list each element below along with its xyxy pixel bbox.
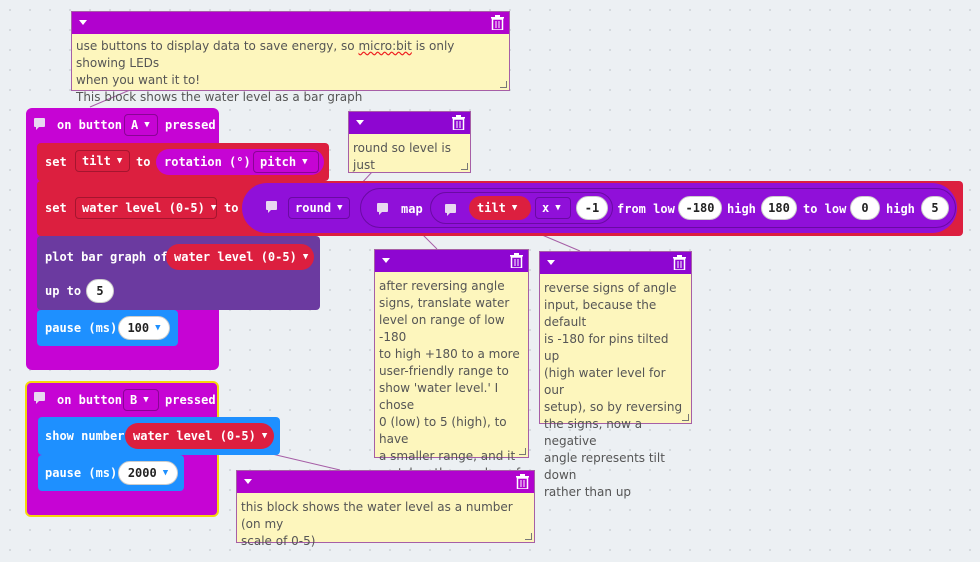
trash-icon[interactable] xyxy=(516,474,529,489)
pause-block[interactable]: pause (ms) 100 ▼ xyxy=(37,310,178,346)
plot-bar-graph-block[interactable]: plot bar graph of water level (0-5) ▼ up … xyxy=(37,236,320,310)
chevron-down-icon: ▼ xyxy=(302,252,309,262)
operator-dropdown[interactable]: x ▼ xyxy=(535,197,571,219)
to-label: to xyxy=(136,155,151,169)
water-level-variable-pill[interactable]: water level (0-5) ▼ xyxy=(125,423,274,449)
collapse-icon[interactable] xyxy=(547,260,555,265)
to-low-label: to low xyxy=(803,202,847,216)
chevron-down-icon: ▼ xyxy=(144,120,150,130)
to-label: to xyxy=(224,201,239,215)
button-a-dropdown[interactable]: A ▼ xyxy=(124,114,158,136)
tilt-variable-dropdown[interactable]: tilt ▼ xyxy=(75,150,130,172)
tilt-variable-pill[interactable]: tilt ▼ xyxy=(469,196,531,220)
from-high-label: high xyxy=(727,202,756,216)
to-high-label: high xyxy=(886,202,915,216)
comment-note-top[interactable]: use buttons to display data to save ener… xyxy=(71,11,510,104)
pitch-dropdown[interactable]: pitch ▼ xyxy=(253,151,319,173)
set-label: set xyxy=(45,155,67,169)
chevron-down-icon: ▼ xyxy=(302,157,308,167)
chevron-down-icon: ▼ xyxy=(210,203,217,213)
resize-handle[interactable] xyxy=(682,414,689,421)
collapse-icon[interactable] xyxy=(244,479,252,484)
from-low-input[interactable]: -180 xyxy=(678,196,722,220)
comment-header[interactable] xyxy=(540,252,691,274)
pause-label: pause (ms) xyxy=(45,466,118,480)
chevron-down-icon: ▼ xyxy=(261,431,268,441)
water-level-variable-pill[interactable]: water level (0-5) ▼ xyxy=(166,244,314,270)
comment-note-signs[interactable]: reverse signs of angle input, because th… xyxy=(539,251,692,499)
comment-text[interactable]: round so level is just integers xyxy=(353,140,466,172)
chevron-down-icon: ▼ xyxy=(337,203,343,213)
resize-handle[interactable] xyxy=(500,81,507,88)
up-to-input[interactable]: 5 xyxy=(86,279,114,303)
from-high-input[interactable]: 180 xyxy=(761,196,797,220)
collapse-icon[interactable] xyxy=(356,120,364,125)
comment-note-number[interactable]: this block shows the water level as a nu… xyxy=(236,470,535,548)
factor-input[interactable]: -1 xyxy=(576,196,608,220)
to-low-input[interactable]: 0 xyxy=(850,196,880,220)
resize-handle[interactable] xyxy=(525,533,532,540)
resize-handle[interactable] xyxy=(519,448,526,455)
comment-header[interactable] xyxy=(72,12,509,34)
plot-bar-graph-label: plot bar graph of xyxy=(45,250,168,264)
trash-icon[interactable] xyxy=(673,255,686,270)
trash-icon[interactable] xyxy=(510,253,523,268)
map-label: map xyxy=(401,202,423,216)
comment-text[interactable]: this block shows the water level as a nu… xyxy=(241,499,530,550)
from-low-label: from low xyxy=(617,202,675,216)
chevron-down-icon: ▼ xyxy=(116,156,123,166)
comment-icon[interactable] xyxy=(34,118,45,130)
pause-duration-dropdown[interactable]: 2000 ▼ xyxy=(118,461,178,485)
comment-text[interactable]: reverse signs of angle input, because th… xyxy=(544,280,687,501)
comment-header[interactable] xyxy=(349,112,470,134)
water-level-variable-dropdown[interactable]: water level (0-5) ▼ xyxy=(75,197,217,219)
chevron-down-icon: ▼ xyxy=(162,468,169,478)
chevron-down-icon: ▼ xyxy=(143,395,149,405)
chevron-down-icon: ▼ xyxy=(155,323,161,333)
collapse-icon[interactable] xyxy=(382,258,390,263)
chevron-down-icon: ▼ xyxy=(555,203,561,213)
round-dropdown[interactable]: round ▼ xyxy=(288,197,350,219)
show-number-block[interactable]: show number water level (0-5) ▼ xyxy=(38,417,280,455)
on-button-label: on button xyxy=(57,393,123,407)
pause-label: pause (ms) xyxy=(45,321,118,335)
comment-icon[interactable] xyxy=(445,204,456,216)
pressed-label: pressed xyxy=(165,118,216,132)
comment-icon[interactable] xyxy=(266,201,277,213)
collapse-icon[interactable] xyxy=(79,20,87,25)
comment-icon[interactable] xyxy=(34,392,45,404)
comment-note-reverse[interactable]: after reversing angle signs, translate w… xyxy=(374,249,529,514)
chevron-down-icon: ▼ xyxy=(511,203,518,213)
comment-note-round[interactable]: round so level is just integers xyxy=(348,111,471,173)
set-tilt-block[interactable]: set tilt ▼ to rotation (°) pitch ▼ xyxy=(37,143,329,181)
pause-block[interactable]: pause (ms) 2000 ▼ xyxy=(38,455,184,491)
up-to-label: up to xyxy=(45,284,82,298)
pressed-label: pressed xyxy=(165,393,216,407)
show-number-label: show number xyxy=(45,429,125,443)
comment-header[interactable] xyxy=(237,471,534,493)
button-b-dropdown[interactable]: B ▼ xyxy=(123,389,159,411)
set-label: set xyxy=(45,201,67,215)
on-button-label: on button xyxy=(57,118,123,132)
trash-icon[interactable] xyxy=(452,115,465,130)
comment-header[interactable] xyxy=(375,250,528,272)
trash-icon[interactable] xyxy=(491,15,504,30)
comment-text[interactable]: use buttons to display data to save ener… xyxy=(76,38,505,106)
resize-handle[interactable] xyxy=(461,163,468,170)
pause-duration-dropdown[interactable]: 100 ▼ xyxy=(118,316,170,340)
to-high-input[interactable]: 5 xyxy=(921,196,949,220)
comment-icon[interactable] xyxy=(377,203,388,215)
